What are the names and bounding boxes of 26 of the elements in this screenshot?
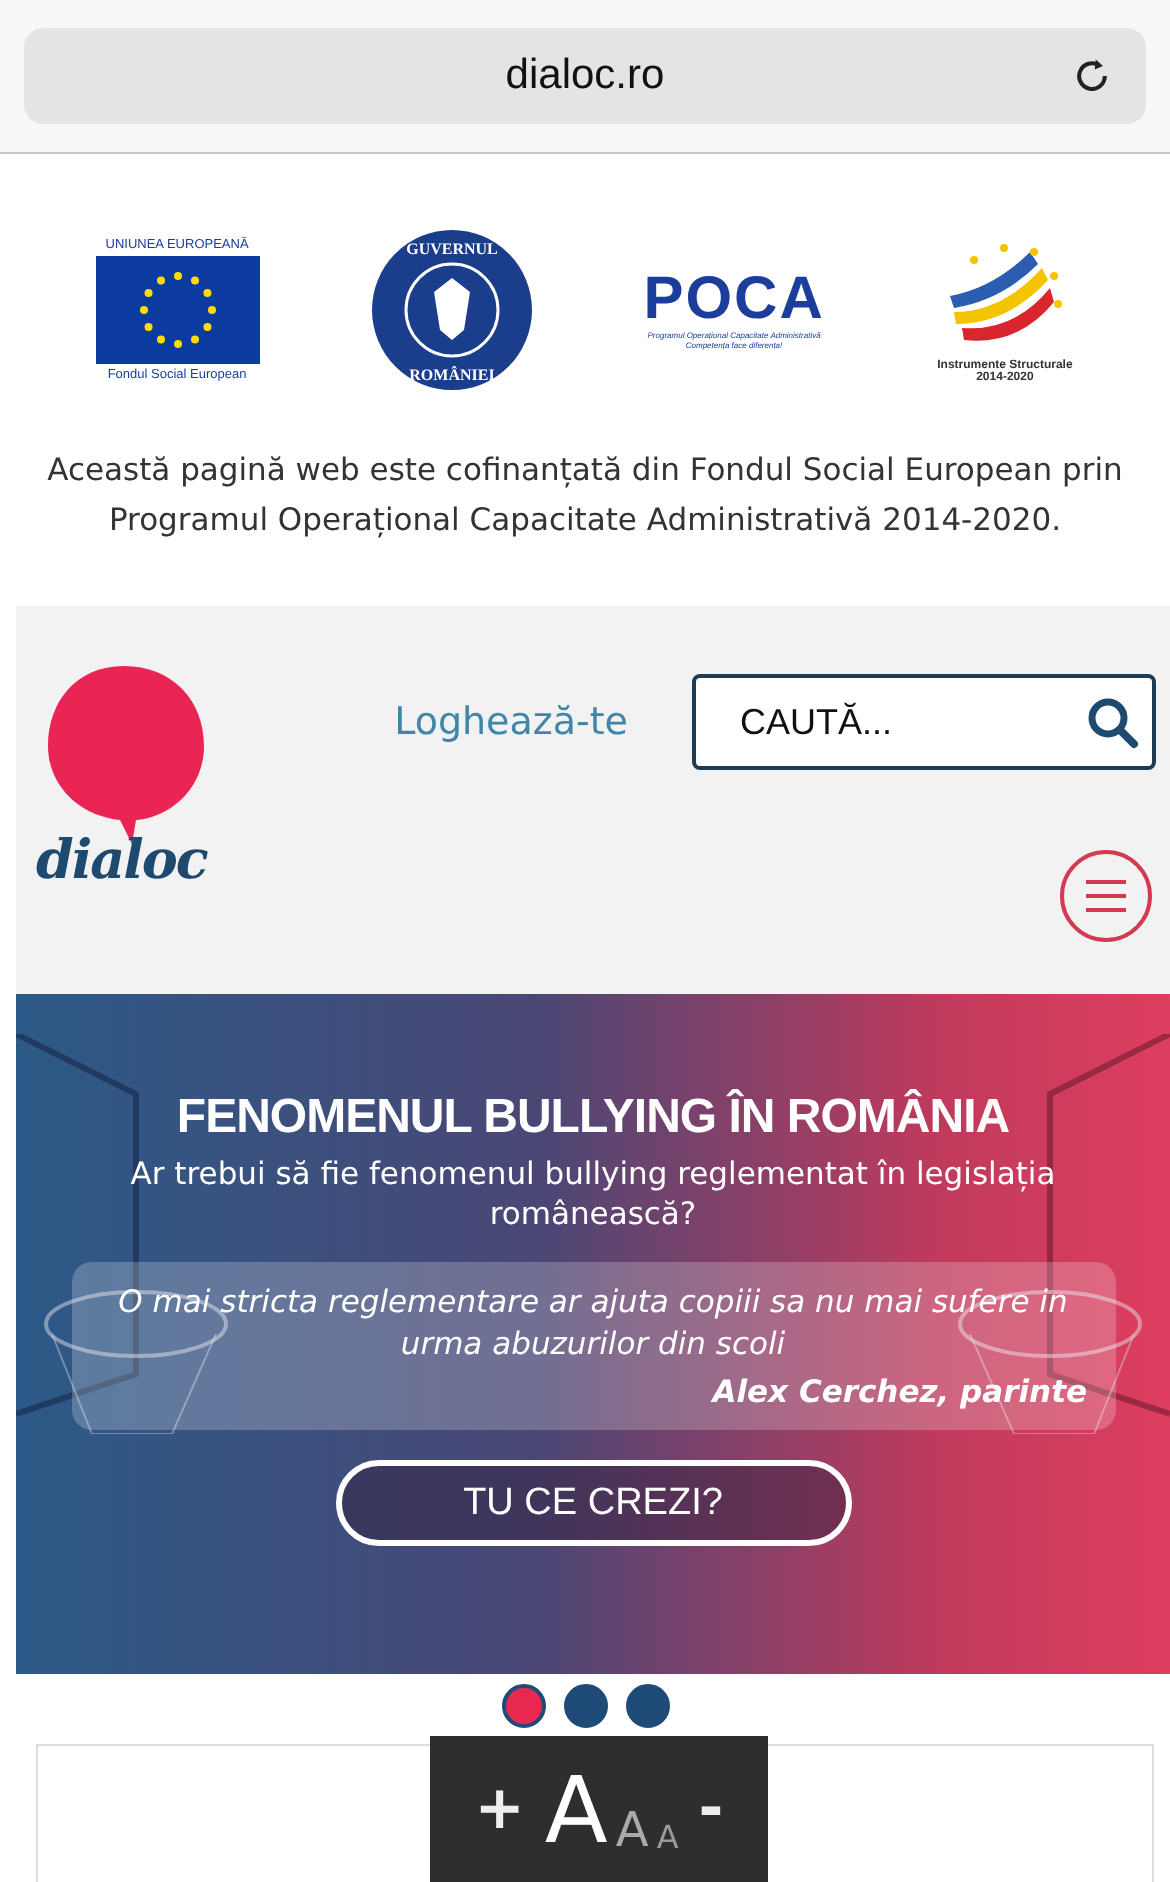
- logo-text[interactable]: dialoc: [36, 830, 207, 892]
- seal-text: GUVERNUL: [405, 240, 497, 258]
- search-input[interactable]: CAUTĂ...: [736, 699, 1084, 745]
- banner-question: Ar trebui să fie fenomenul bullying reglementat în legislația românească?: [128, 1154, 1058, 1234]
- quote-author: Alex Cerchez, parinte: [712, 1374, 1087, 1410]
- menu-icon: [1084, 880, 1128, 912]
- address-bar[interactable]: dialoc.ro: [24, 28, 1146, 124]
- carousel-dot[interactable]: [501, 1684, 545, 1728]
- carousel-dot[interactable]: [625, 1684, 669, 1728]
- seal-text: ROMÂNIEI: [408, 366, 494, 384]
- decrease-font-button[interactable]: -: [698, 1779, 724, 1839]
- font-size-letter: A: [656, 1822, 679, 1854]
- url-text: dialoc.ro: [505, 52, 665, 100]
- login-link[interactable]: Loghează-te: [394, 700, 628, 744]
- funding-notice: Această pagină web este cofinanțată din Fondul Social European prin Programul Operațional Capacitate Administrativă 2014-2020.: [45, 450, 1125, 542]
- banner-title: FENOMENUL BULLYING ÎN ROMÂNIA: [176, 1090, 1010, 1146]
- font-size-letter: A: [544, 1763, 608, 1855]
- quote-text: O mai stricta reglementare ar ajuta copiii sa nu mai sufere in urma abuzurilor din scoli: [116, 1282, 1070, 1366]
- cta-button[interactable]: TU CE CREZI?: [335, 1460, 851, 1546]
- carousel-dot[interactable]: [563, 1684, 607, 1728]
- search-icon[interactable]: [1084, 694, 1140, 750]
- search-bar[interactable]: CAUTĂ...: [692, 674, 1156, 770]
- increase-font-button[interactable]: +: [474, 1779, 525, 1839]
- poca-logo-text: POCA: [643, 270, 825, 330]
- font-size-letter: A: [615, 1806, 649, 1854]
- menu-button[interactable]: [1060, 850, 1152, 942]
